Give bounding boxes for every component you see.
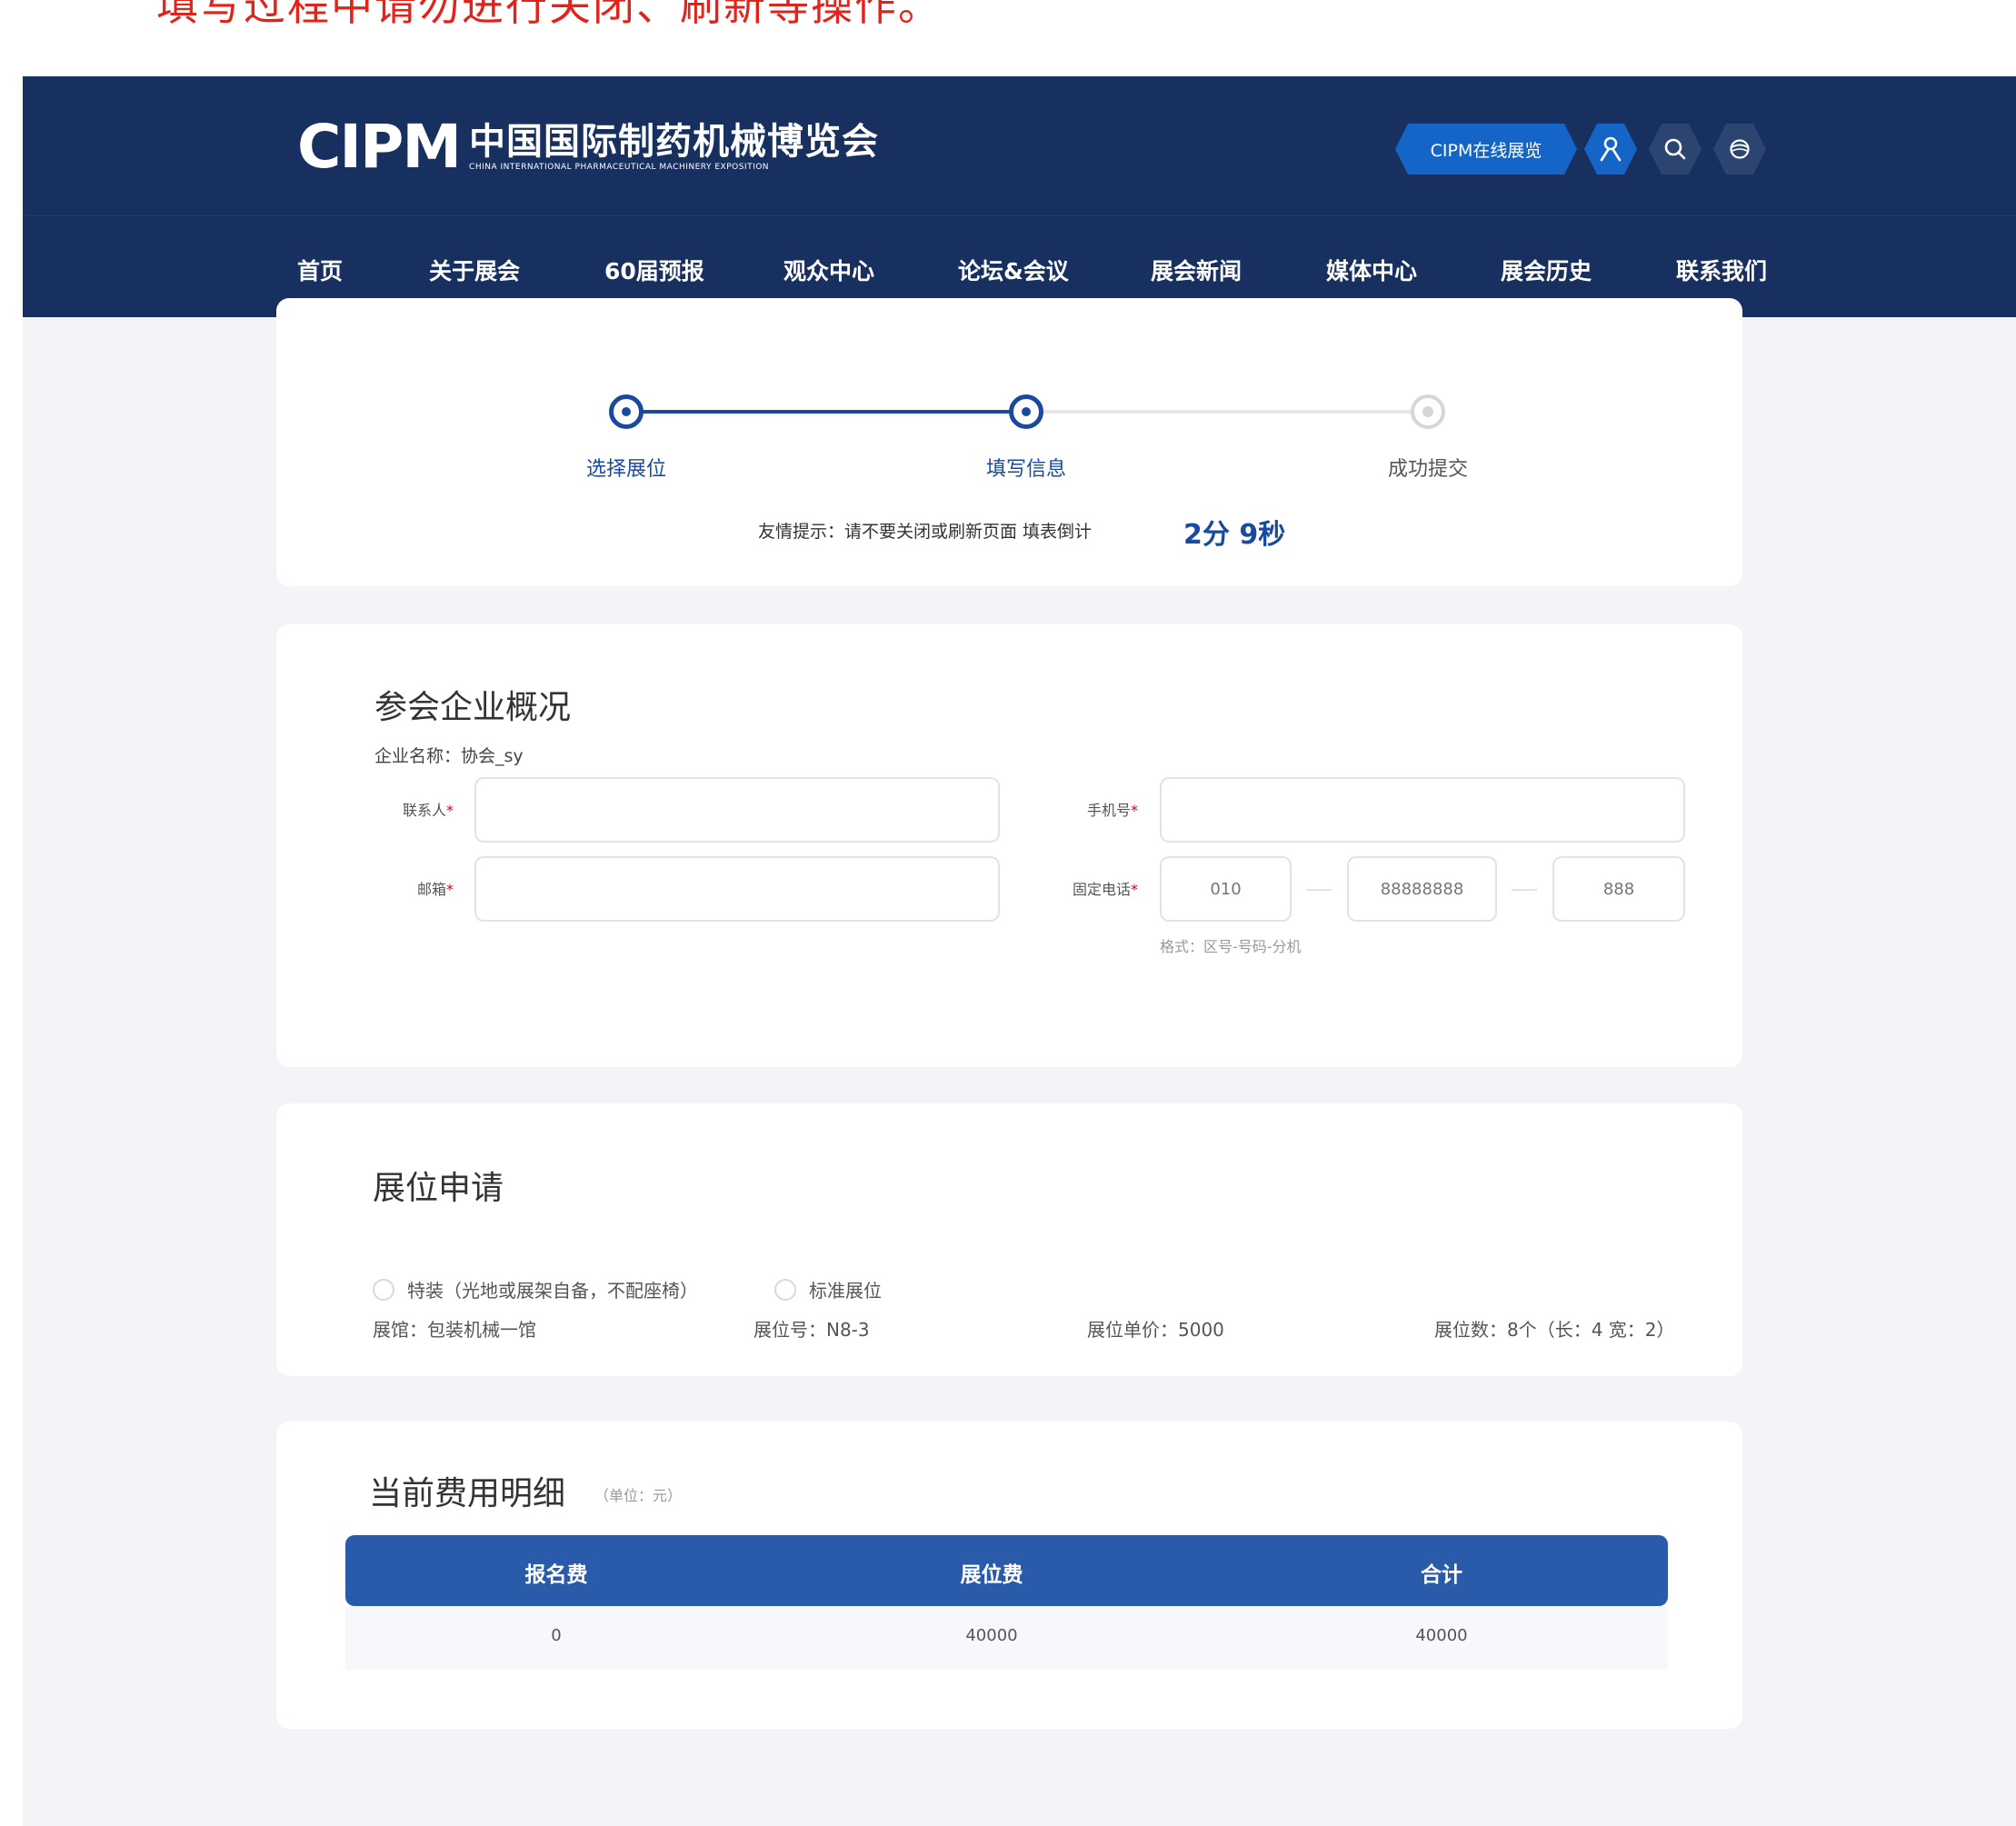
fee-header-total: 合计: [1421, 1563, 1462, 1587]
company-section-title: 参会企业概况: [374, 689, 572, 726]
phone-format-hint: 格式：区号-号码-分机: [1160, 938, 1302, 955]
search-icon: [1663, 137, 1687, 161]
required-mark: *: [446, 802, 454, 819]
contact-label: 联系人*: [358, 798, 454, 820]
mobile-label-text: 手机号: [1086, 802, 1131, 819]
phone-label: 固定电话*: [1003, 877, 1138, 899]
option-standard-booth[interactable]: 标准展位: [774, 1276, 882, 1302]
fee-booth-value: 40000: [965, 1626, 1018, 1645]
radio-special[interactable]: [373, 1278, 394, 1301]
nav-contact[interactable]: 联系我们: [1676, 254, 1767, 286]
option-special-booth[interactable]: 特装（光地或展架自备，不配座椅）: [373, 1276, 698, 1302]
option-special-label: 特装（光地或展架自备，不配座椅）: [407, 1280, 698, 1302]
logo-mark: CIPM: [297, 112, 462, 182]
search-button[interactable]: [1649, 124, 1702, 175]
email-label: 邮箱*: [358, 877, 454, 899]
progress-steps-card: 选择展位 填写信息 成功提交 友情提示：请不要关闭或刷新页面 填表倒计 2分 9…: [276, 298, 1742, 586]
booth-unit-price: 展位单价：5000: [1087, 1319, 1224, 1341]
nav-history[interactable]: 展会历史: [1501, 254, 1592, 286]
fee-total-value: 40000: [1415, 1626, 1468, 1645]
step-2-dot: [1009, 394, 1043, 429]
fee-registration-value: 0: [551, 1626, 562, 1645]
fee-header-registration: 报名费: [524, 1563, 588, 1587]
step-3-label: 成功提交: [1387, 458, 1468, 481]
logo-en: CHINA INTERNATIONAL PHARMACEUTICAL MACHI…: [469, 163, 770, 172]
globe-icon: [1728, 137, 1752, 161]
cipm-logo[interactable]: CIPM 中国国际制药机械博览会 CHINA INTERNATIONAL PHA…: [297, 112, 879, 182]
nav-forum[interactable]: 论坛&会议: [958, 254, 1069, 286]
required-mark: *: [446, 881, 454, 898]
required-mark: *: [1131, 881, 1138, 898]
language-button[interactable]: [1713, 124, 1766, 175]
nav-preview[interactable]: 60届预报: [604, 254, 704, 286]
email-field[interactable]: [474, 856, 1000, 922]
phone-separator: [1512, 889, 1537, 891]
mobile-label: 手机号*: [1003, 798, 1138, 820]
fee-header-booth: 展位费: [960, 1563, 1023, 1587]
area-code-field[interactable]: [1160, 856, 1292, 922]
booth-section-title: 展位申请: [373, 1170, 504, 1207]
page-root: 填写过程中请勿进行关闭、刷新等操作。 CIPM 中国国际制药机械博览会 CHIN…: [0, 0, 2016, 1826]
required-mark: *: [1131, 802, 1138, 819]
warning-notice: 填写过程中请勿进行关闭、刷新等操作。: [156, 0, 942, 30]
nav-home[interactable]: 首页: [297, 254, 343, 286]
online-exhibition-button[interactable]: CIPM在线展览: [1395, 124, 1577, 175]
company-name: 企业名称：协会_sy: [374, 746, 524, 766]
user-button[interactable]: [1584, 124, 1637, 175]
booth-number: 展位号：N8-3: [754, 1319, 870, 1341]
phone-number-field[interactable]: [1347, 856, 1497, 922]
fee-table-header: 报名费 展位费 合计: [345, 1535, 1668, 1606]
logo-cn: 中国国际制药机械博览会: [469, 121, 880, 163]
logo-text: 中国国际制药机械博览会 CHINA INTERNATIONAL PHARMACE…: [469, 122, 879, 173]
user-icon: [1599, 136, 1622, 162]
steps-line-complete: [626, 410, 1026, 414]
phone-label-text: 固定电话: [1072, 881, 1131, 898]
fees-unit-note: （单位：元）: [594, 1487, 683, 1504]
email-label-text: 邮箱: [416, 881, 446, 898]
company-info-card: 参会企业概况 企业名称：协会_sy 联系人* 手机号* 邮箱* 固定电话* 格式…: [276, 624, 1742, 1067]
countdown-timer: 2分 9秒: [1183, 519, 1286, 551]
radio-standard[interactable]: [774, 1278, 796, 1301]
step-1-dot: [609, 394, 644, 429]
nav-media[interactable]: 媒体中心: [1326, 254, 1417, 286]
nav-visitor-center[interactable]: 观众中心: [783, 254, 874, 286]
option-standard-label: 标准展位: [809, 1280, 882, 1302]
step-3-dot: [1411, 394, 1445, 429]
phone-separator: [1306, 889, 1332, 891]
extension-field[interactable]: [1552, 856, 1685, 922]
countdown-tip: 友情提示：请不要关闭或刷新页面 填表倒计: [758, 522, 1093, 542]
site-header: CIPM 中国国际制药机械博览会 CHINA INTERNATIONAL PHA…: [23, 76, 2016, 215]
step-2-label: 填写信息: [985, 458, 1066, 481]
nav-about[interactable]: 关于展会: [429, 254, 520, 286]
step-1-label: 选择展位: [585, 458, 666, 481]
booth-hall: 展馆：包装机械一馆: [373, 1319, 536, 1341]
fees-section-title: 当前费用明细: [369, 1475, 566, 1512]
contact-field[interactable]: [474, 777, 1000, 843]
mobile-field[interactable]: [1160, 777, 1685, 843]
table-row: 0 40000 40000: [345, 1606, 1668, 1670]
nav-news[interactable]: 展会新闻: [1151, 254, 1242, 286]
contact-label-text: 联系人: [402, 802, 446, 819]
steps-line-pending: [1026, 410, 1428, 414]
booth-count: 展位数：8个（长：4 宽：2）: [1434, 1319, 1675, 1341]
